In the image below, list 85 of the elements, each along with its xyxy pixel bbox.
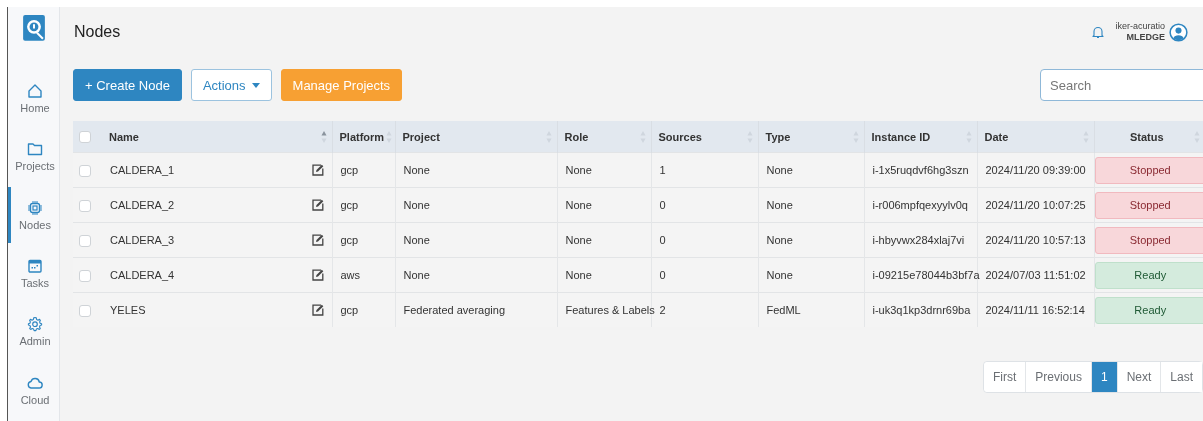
checkbox[interactable] <box>79 234 91 247</box>
table-cell: None <box>565 269 592 281</box>
table-cell: None <box>766 234 793 246</box>
column-header[interactable]: Name <box>109 130 139 143</box>
sidebar-item[interactable]: Projects <box>8 129 59 185</box>
status-badge: Stopped <box>1094 191 1203 219</box>
page-title: Nodes <box>74 23 122 41</box>
sidebar-item[interactable]: Admin <box>8 304 59 360</box>
table-cell: 2 <box>659 304 666 316</box>
table-cell: None <box>403 269 430 281</box>
table-cell: None <box>766 164 793 176</box>
folder-icon <box>27 141 43 158</box>
sidebar-item[interactable]: Cloud <box>8 362 59 418</box>
table-cell: None <box>565 199 592 211</box>
table-cell: i-r006mpfqexyylv0q <box>872 199 968 211</box>
checkbox[interactable] <box>79 269 91 282</box>
table-cell: None <box>403 234 430 246</box>
table-cell: i-09215e78044b3bf7a <box>872 269 980 281</box>
table-cell: None <box>403 164 430 176</box>
table-cell: None <box>565 234 592 246</box>
table-cell: CALDERA_1 <box>110 164 175 176</box>
sidebar-item[interactable]: Home <box>8 70 59 127</box>
table-cell: 2024/11/20 10:07:25 <box>985 199 1086 211</box>
table-cell: gcp <box>340 304 359 316</box>
column-header[interactable]: Project <box>402 130 440 143</box>
table-cell: None <box>403 199 430 211</box>
chip-icon <box>27 199 43 216</box>
table-cell: gcp <box>340 234 359 246</box>
table-cell: FedML <box>766 304 801 316</box>
table-cell: gcp <box>340 199 359 211</box>
table-cell: aws <box>340 269 361 281</box>
caret-icon <box>251 82 260 88</box>
table-cell: Features & Labels <box>565 304 655 316</box>
table-cell: Federated averaging <box>403 304 505 316</box>
table-cell: None <box>766 269 793 281</box>
logo-icon[interactable] <box>22 15 45 41</box>
status-badge: Stopped <box>1094 226 1203 254</box>
table-cell: i-uk3q1kp3drnr69ba <box>872 304 971 316</box>
bell-icon[interactable] <box>1091 25 1106 39</box>
checkbox[interactable] <box>79 164 91 177</box>
user-name: iker-acuratio <box>1115 21 1165 32</box>
table-cell: YELES <box>110 304 146 316</box>
table-cell: i-1x5ruqdvf6hg3szn <box>872 164 969 176</box>
edit-icon[interactable] <box>311 164 324 176</box>
status-badge: Stopped <box>1094 156 1203 184</box>
avatar-icon[interactable] <box>1169 22 1188 42</box>
status-badge: Ready <box>1094 261 1203 289</box>
calendar-icon <box>27 258 43 275</box>
column-header[interactable]: Sources <box>658 130 702 143</box>
column-header[interactable]: Role <box>564 130 589 143</box>
checkbox[interactable] <box>79 131 91 144</box>
status-badge: Ready <box>1094 296 1203 324</box>
table-cell: 2024/11/20 10:57:13 <box>985 234 1086 246</box>
table-cell: CALDERA_3 <box>110 234 175 246</box>
search-field[interactable]: Search <box>1040 69 1203 101</box>
column-header[interactable]: Date <box>984 130 1009 143</box>
create-node-button[interactable]: + Create Node <box>73 69 182 101</box>
table-cell: 2024/11/20 09:39:00 <box>985 164 1086 176</box>
checkbox[interactable] <box>79 199 91 212</box>
gear-icon <box>27 316 43 333</box>
table-cell: CALDERA_4 <box>110 269 175 281</box>
table-cell: 0 <box>659 269 666 281</box>
edit-icon[interactable] <box>311 269 324 281</box>
table-cell: i-hbyvwx284xlaj7vi <box>872 234 965 246</box>
edit-icon[interactable] <box>311 234 324 246</box>
actions-button[interactable]: Actions <box>190 69 272 101</box>
table-cell: 2024/11/11 16:52:14 <box>985 304 1085 316</box>
table-cell: gcp <box>340 164 359 176</box>
table-cell: 2024/07/03 11:51:02 <box>985 269 1086 281</box>
table-cell: None <box>565 164 592 176</box>
sort-icon[interactable] <box>320 129 327 144</box>
edit-icon[interactable] <box>311 304 324 316</box>
org-name: MLEDGE <box>1126 32 1165 43</box>
page-button[interactable]: Last <box>1160 362 1202 392</box>
column-header[interactable]: Type <box>765 130 791 143</box>
sidebar-item[interactable]: Tasks <box>8 245 59 302</box>
home-icon <box>27 82 43 99</box>
page-button[interactable]: 1 <box>1090 362 1117 392</box>
checkbox[interactable] <box>79 304 91 317</box>
table-cell: 0 <box>659 234 666 246</box>
table-cell: None <box>766 199 793 211</box>
table-cell: 1 <box>659 164 666 176</box>
table-cell: CALDERA_2 <box>110 199 175 211</box>
edit-icon[interactable] <box>311 199 324 211</box>
table-cell: 0 <box>659 199 666 211</box>
